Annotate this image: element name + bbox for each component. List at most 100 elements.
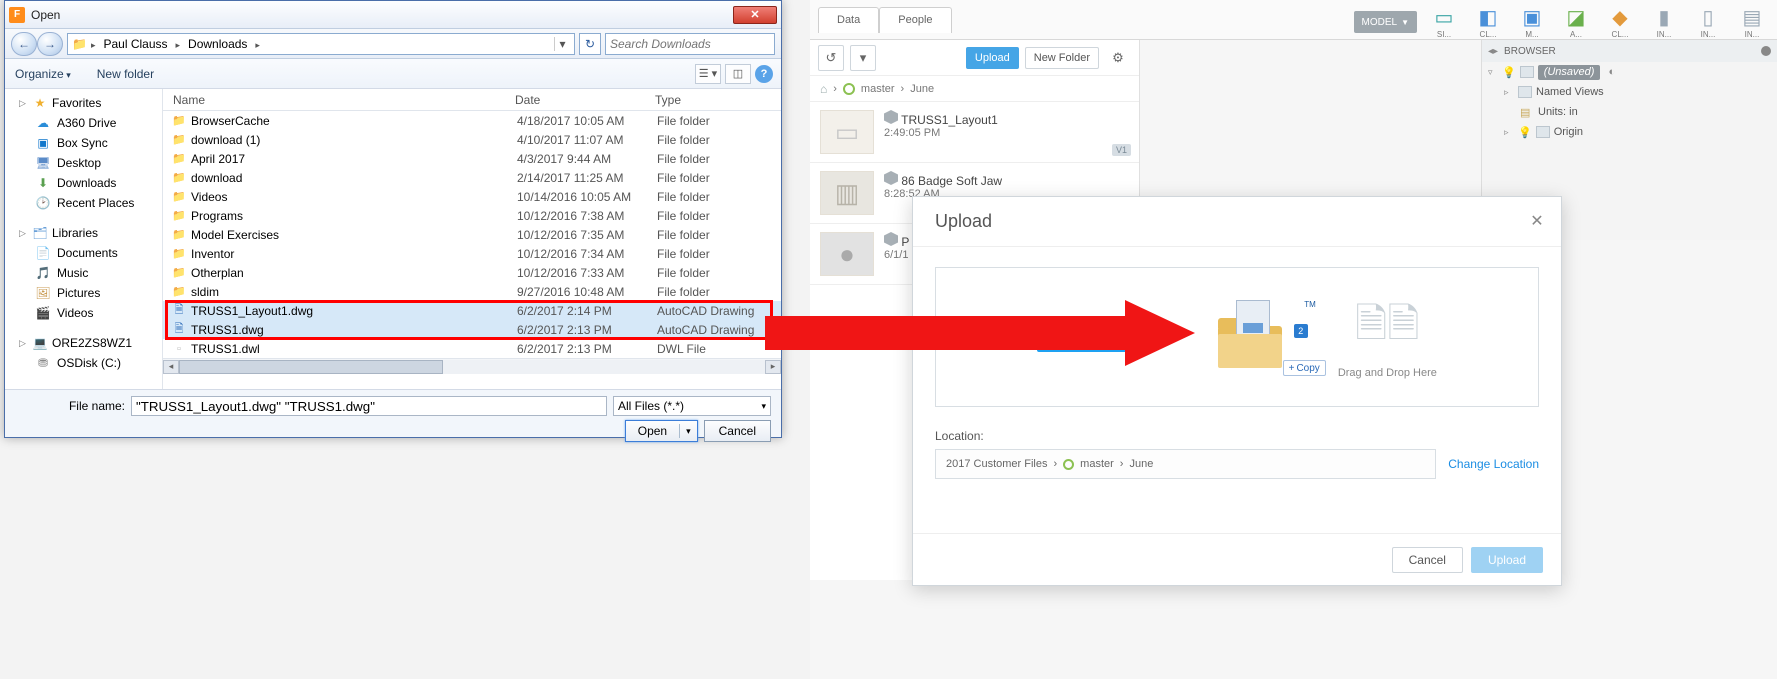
file-list[interactable]: 📁BrowserCache4/18/2017 10:05 AMFile fold… [163, 111, 781, 358]
browser-root-row[interactable]: ▿💡 (Unsaved) ◐ [1482, 62, 1777, 82]
videos-icon: 🎬 [35, 305, 51, 321]
sidebar-item-recent[interactable]: 🕑Recent Places [5, 193, 162, 213]
home-icon[interactable]: ⌂ [820, 82, 827, 96]
crumb-master[interactable]: master [861, 83, 895, 95]
toolbar-assemble-icon[interactable]: ◪A... [1559, 5, 1593, 39]
change-location-link[interactable]: Change Location [1448, 457, 1539, 471]
filename-input[interactable] [131, 396, 607, 416]
drop-zone[interactable]: Select Files or TM 2 +Copy 🗎🗎 Drag and D… [935, 267, 1539, 407]
browser-origin-row[interactable]: ▹💡 Origin [1482, 122, 1777, 142]
breadcrumb[interactable]: 📁 Paul Clauss Downloads ▾ [67, 33, 575, 55]
toolbar-construct-icon[interactable]: ◆CL... [1603, 5, 1637, 39]
close-button[interactable]: ✕ [1527, 211, 1547, 231]
gear-icon[interactable]: ⚙ [1105, 45, 1131, 71]
search-input[interactable] [605, 33, 775, 55]
preview-pane-button[interactable]: ◫ [725, 64, 751, 84]
view-options-button[interactable]: ☰ ▾ [695, 64, 721, 84]
crumb-june[interactable]: June [910, 83, 934, 95]
browser-named-views-row[interactable]: ▹ Named Views [1482, 82, 1777, 102]
sidebar-item-videos[interactable]: 🎬Videos [5, 303, 162, 323]
file-row[interactable]: 📁download2/14/2017 11:25 AMFile folder [163, 168, 781, 187]
file-row[interactable]: 🗎TRUSS1_Layout1.dwg6/2/2017 2:14 PMAutoC… [163, 301, 781, 320]
scroll-thumb[interactable] [179, 360, 443, 374]
upload-button[interactable]: Upload [966, 47, 1019, 69]
history-button[interactable]: ↺ [818, 45, 844, 71]
cancel-button[interactable]: Cancel [1392, 547, 1463, 573]
organize-menu[interactable]: Organize [15, 67, 71, 81]
file-row[interactable]: 📁download (1)4/10/2017 11:07 AMFile fold… [163, 130, 781, 149]
help-button[interactable]: ? [755, 65, 773, 83]
close-button[interactable]: ✕ [733, 6, 777, 24]
folder-icon: 📁 [72, 37, 87, 51]
file-date: 10/12/2016 7:38 AM [517, 209, 657, 223]
sidebar-item-desktop[interactable]: 🖥Desktop [5, 153, 162, 173]
refresh-button[interactable]: ↻ [579, 33, 601, 55]
sidebar-favorites-header[interactable]: ▷★Favorites [5, 93, 162, 113]
file-columns-header[interactable]: Name Date Type [163, 89, 781, 111]
context-icon[interactable]: ◐ [1608, 66, 1615, 78]
file-row[interactable]: 📁Videos10/14/2016 10:05 AMFile folder [163, 187, 781, 206]
column-date[interactable]: Date [515, 93, 655, 107]
breadcrumb-dropdown[interactable]: ▾ [554, 37, 570, 51]
sidebar-item-music[interactable]: 🎵Music [5, 263, 162, 283]
browser-nav-arrows[interactable]: ◂▸ [1488, 46, 1498, 57]
sidebar-item-documents[interactable]: 📄Documents [5, 243, 162, 263]
file-row[interactable]: 📁sldim9/27/2016 10:48 AMFile folder [163, 282, 781, 301]
nav-back-button[interactable]: ← [11, 32, 37, 56]
sidebar-item-pictures[interactable]: 🖼Pictures [5, 283, 162, 303]
sidebar-item-downloads[interactable]: ⬇Downloads [5, 173, 162, 193]
horizontal-scrollbar[interactable]: ◂ ▸ [163, 358, 781, 374]
lightbulb-icon[interactable]: 💡 [1518, 126, 1532, 139]
tab-data[interactable]: Data [818, 7, 879, 33]
browser-units-row[interactable]: ▤ Units: in [1482, 102, 1777, 122]
new-folder-button[interactable]: New folder [97, 67, 154, 81]
branch-ring-icon [843, 83, 855, 95]
sidebar-libraries-header[interactable]: ▷🗂Libraries [5, 223, 162, 243]
toolbar-sketch-icon[interactable]: ▭SI... [1427, 5, 1461, 39]
data-panel-breadcrumb[interactable]: ⌂› master› June [810, 76, 1139, 102]
toolbar-create-icon[interactable]: ◧CL... [1471, 5, 1505, 39]
dialog-titlebar[interactable]: F Open ✕ [5, 1, 781, 29]
file-row[interactable]: 📁Model Exercises10/12/2016 7:35 AMFile f… [163, 225, 781, 244]
sidebar-item-osdisk[interactable]: ⛃OSDisk (C:) [5, 353, 162, 373]
select-files-button[interactable]: Select Files [1037, 322, 1127, 352]
design-card[interactable]: ▭ TRUSS1_Layout1 2:49:05 PM V1 [810, 102, 1139, 163]
dwg-icon: 🗎 [171, 322, 187, 338]
file-row[interactable]: 📁Programs10/12/2016 7:38 AMFile folder [163, 206, 781, 225]
file-row[interactable]: 📁BrowserCache4/18/2017 10:05 AMFile fold… [163, 111, 781, 130]
lightbulb-icon[interactable]: 💡 [1502, 66, 1516, 79]
nav-forward-button[interactable]: → [37, 32, 63, 56]
file-filter-dropdown[interactable]: All Files (*.*)▾ [613, 396, 771, 416]
breadcrumb-folder[interactable]: Downloads [184, 37, 251, 51]
column-name[interactable]: Name [163, 93, 515, 107]
file-row[interactable]: ▫TRUSS1.dwl6/2/2017 2:13 PMDWL File [163, 339, 781, 358]
scroll-left-button[interactable]: ◂ [163, 360, 179, 374]
toolbar-insert-icon[interactable]: ▯IN... [1691, 5, 1725, 39]
dropdown-button[interactable]: ▾ [850, 45, 876, 71]
tab-people[interactable]: People [879, 7, 951, 33]
scroll-track[interactable] [179, 360, 765, 374]
sidebar-item-boxsync[interactable]: ▣Box Sync [5, 133, 162, 153]
toolbar-modify-icon[interactable]: ▣M... [1515, 5, 1549, 39]
file-type: File folder [657, 152, 781, 166]
open-button[interactable]: Open▾ [625, 420, 698, 442]
column-type[interactable]: Type [655, 93, 781, 107]
file-row[interactable]: 🗎TRUSS1.dwg6/2/2017 2:13 PMAutoCAD Drawi… [163, 320, 781, 339]
new-folder-button[interactable]: New Folder [1025, 47, 1099, 69]
browser-options-icon[interactable] [1761, 46, 1771, 56]
location-label: Location: [935, 429, 1539, 443]
location-path-box[interactable]: 2017 Customer Files› master› June [935, 449, 1436, 479]
file-row[interactable]: 📁Inventor10/12/2016 7:34 AMFile folder [163, 244, 781, 263]
upload-submit-button[interactable]: Upload [1471, 547, 1543, 573]
units-label: Units: in [1538, 106, 1578, 118]
scroll-right-button[interactable]: ▸ [765, 360, 781, 374]
breadcrumb-user[interactable]: Paul Clauss [99, 37, 171, 51]
sidebar-computer-header[interactable]: ▷💻ORE2ZS8WZ1 [5, 333, 162, 353]
file-row[interactable]: 📁April 20174/3/2017 9:44 AMFile folder [163, 149, 781, 168]
sidebar-item-a360[interactable]: ☁A360 Drive [5, 113, 162, 133]
workspace-model-button[interactable]: MODEL▼ [1354, 11, 1417, 33]
toolbar-make-icon[interactable]: ▤IN... [1735, 5, 1769, 39]
toolbar-inspect-icon[interactable]: ▮IN... [1647, 5, 1681, 39]
file-row[interactable]: 📁Otherplan10/12/2016 7:33 AMFile folder [163, 263, 781, 282]
cancel-button[interactable]: Cancel [704, 420, 771, 442]
